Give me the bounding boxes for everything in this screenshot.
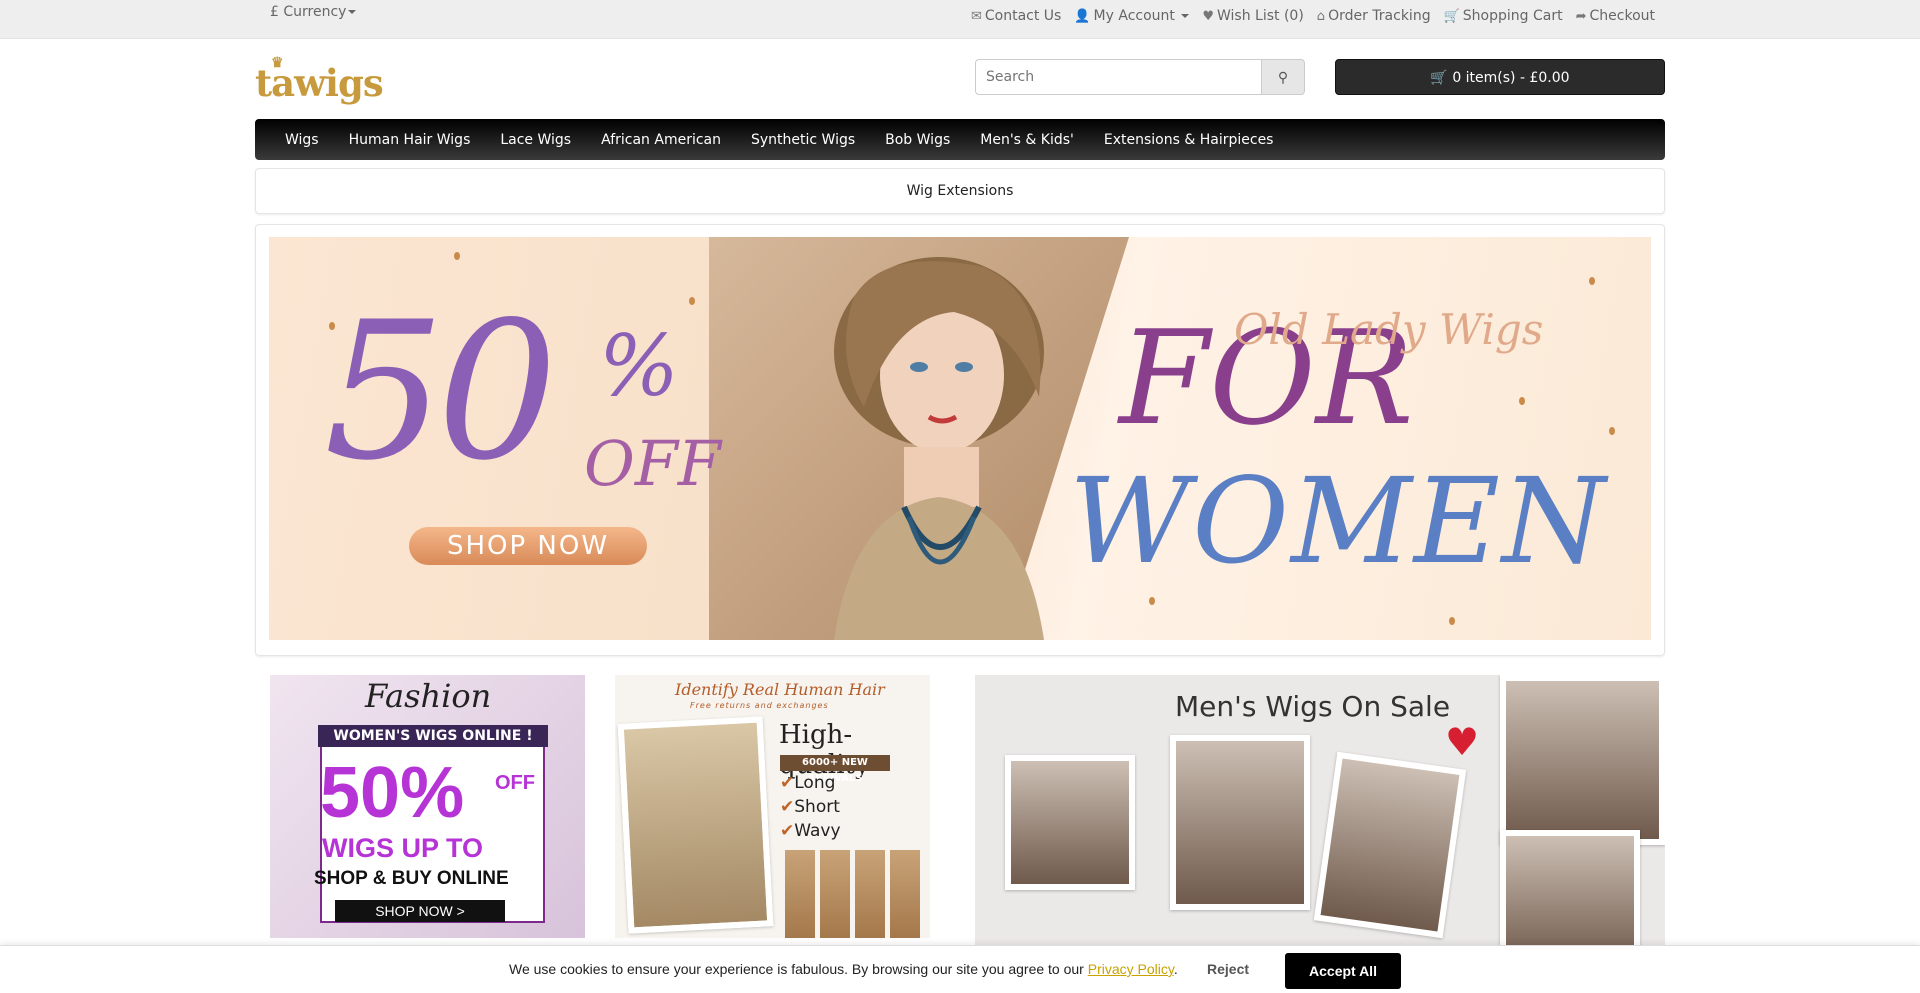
- fashion-line1: WIGS UP TO: [322, 833, 484, 863]
- model-image: [834, 257, 1044, 640]
- human-hair-title: Identify Real Human Hair: [675, 680, 885, 699]
- hero-banner[interactable]: 50 % OFF SHOP NOW FOR Old Lady Wigs WOME…: [269, 237, 1651, 640]
- contact-us-label: Contact Us: [984, 8, 1062, 24]
- cookie-text: We use cookies to ensure your experience…: [509, 961, 1084, 977]
- header: ♛ tawigs ⚲ 🛒 0 item(s) - £0.00: [255, 39, 1665, 119]
- cart-label: 0 item(s) - £0.00: [1452, 70, 1570, 86]
- main-nav: Wigs Human Hair Wigs Lace Wigs African A…: [255, 119, 1665, 160]
- cart-button[interactable]: 🛒 0 item(s) - £0.00: [1335, 59, 1665, 95]
- home-icon: ⌂: [1316, 9, 1326, 24]
- hair-swatch: [820, 850, 850, 938]
- nav-item-synthetic-wigs[interactable]: Synthetic Wigs: [736, 132, 870, 148]
- human-hair-subtitle: Free returns and exchanges: [690, 701, 829, 710]
- hair-swatch: [785, 850, 815, 938]
- option-wavy: Wavy: [780, 819, 840, 843]
- my-account-link[interactable]: 👤 My Account: [1074, 8, 1190, 24]
- human-hair-tag: 6000+ NEW ARRIVALS: [780, 755, 890, 784]
- nav-item-wigs[interactable]: Wigs: [270, 132, 334, 148]
- top-links: ✉ Contact Us 👤 My Account ♥ Wish List (0) ⌂…: [971, 8, 1655, 24]
- hair-swatch: [890, 850, 920, 938]
- fashion-title: Fashion: [365, 677, 492, 715]
- banner-percent: %: [599, 317, 679, 415]
- search-input[interactable]: [975, 59, 1261, 95]
- cookie-message: We use cookies to ensure your experience…: [509, 961, 1178, 977]
- shopping-cart-label: Shopping Cart: [1462, 8, 1563, 24]
- banner-tagline: Old Lady Wigs: [1234, 305, 1544, 354]
- search-icon: ⚲: [1277, 68, 1289, 85]
- wish-list-label: Wish List (0): [1217, 8, 1304, 24]
- fashion-off: OFF: [495, 772, 535, 794]
- privacy-policy-link[interactable]: Privacy Policy: [1088, 961, 1174, 977]
- mens-wigs-title: Men's Wigs On Sale: [1175, 690, 1451, 723]
- sub-nav: Wig Extensions: [255, 168, 1665, 214]
- search-bar: ⚲: [975, 59, 1305, 95]
- currency-label: £ Currency: [270, 4, 347, 20]
- order-tracking-label: Order Tracking: [1328, 8, 1431, 24]
- promo-tile-mens-wigs[interactable]: Men's Wigs On Sale ♥: [975, 675, 1665, 975]
- contact-us-link[interactable]: ✉ Contact Us: [971, 8, 1061, 24]
- confetti-dot: [689, 297, 695, 305]
- fashion-line2: SHOP & BUY ONLINE: [314, 868, 509, 889]
- fashion-shop-now-button[interactable]: SHOP NOW >: [335, 900, 505, 922]
- nav-item-extensions-hairpieces[interactable]: Extensions & Hairpieces: [1089, 132, 1289, 148]
- crown-icon: ♛: [271, 55, 284, 71]
- confetti-dot: [1149, 597, 1155, 605]
- user-icon: 👤: [1074, 9, 1091, 24]
- checkout-label: Checkout: [1589, 8, 1656, 24]
- cart-icon: 🛒: [1443, 9, 1460, 24]
- share-icon: ➦: [1575, 9, 1587, 24]
- promo-tile-fashion[interactable]: Fashion WOMEN'S WIGS ONLINE ! 50% OFF WI…: [270, 675, 585, 938]
- confetti-dot: [1519, 397, 1525, 405]
- nav-item-human-hair-wigs[interactable]: Human Hair Wigs: [334, 132, 486, 148]
- order-tracking-link[interactable]: ⌂ Order Tracking: [1317, 8, 1431, 24]
- banner-women: WOMEN: [1069, 452, 1608, 590]
- human-hair-photo: [617, 716, 774, 934]
- fashion-discount: 50%: [320, 753, 465, 833]
- cookie-bar: We use cookies to ensure your experience…: [0, 945, 1920, 993]
- confetti-dot: [1589, 277, 1595, 285]
- search-button[interactable]: ⚲: [1261, 59, 1305, 95]
- heart-icon: ♥: [1445, 720, 1480, 764]
- nav-item-mens-kids[interactable]: Men's & Kids': [965, 132, 1089, 148]
- option-long: Long: [780, 771, 841, 795]
- cookie-period: .: [1173, 961, 1178, 977]
- confetti-dot: [454, 252, 460, 260]
- mens-photo: [1170, 735, 1310, 910]
- top-bar: £ Currency ✉ Contact Us 👤 My Account ♥ Wish…: [0, 0, 1920, 39]
- mens-photo: [1005, 755, 1135, 890]
- banner-discount-number: 50: [324, 281, 558, 502]
- hair-swatch: [855, 850, 885, 938]
- banner-shop-now-button[interactable]: SHOP NOW: [409, 527, 647, 565]
- reject-button[interactable]: Reject: [1207, 961, 1249, 977]
- currency-dropdown[interactable]: £ Currency: [270, 4, 357, 20]
- nav-item-wig-extensions[interactable]: Wig Extensions: [907, 183, 1014, 199]
- site-logo[interactable]: ♛ tawigs: [255, 55, 384, 105]
- mens-photo: [1313, 751, 1467, 939]
- confetti-dot: [1609, 427, 1615, 435]
- option-short: Short: [780, 795, 841, 819]
- heart-icon: ♥: [1202, 9, 1214, 24]
- caret-down-icon: [1181, 14, 1190, 18]
- confetti-dot: [1449, 617, 1455, 625]
- hero-banner-box: 50 % OFF SHOP NOW FOR Old Lady Wigs WOME…: [255, 224, 1665, 656]
- checkout-link[interactable]: ➦ Checkout: [1576, 8, 1655, 24]
- human-hair-options: Long Short Wavy: [780, 771, 841, 843]
- wish-list-link[interactable]: ♥ Wish List (0): [1202, 8, 1303, 24]
- promo-tile-human-hair[interactable]: Identify Real Human Hair Free returns an…: [615, 675, 930, 938]
- shopping-cart-link[interactable]: 🛒 Shopping Cart: [1444, 8, 1563, 24]
- accept-all-button[interactable]: Accept All: [1285, 953, 1401, 989]
- mens-photo: [1500, 675, 1665, 845]
- caret-down-icon: [348, 10, 357, 14]
- fashion-banner: WOMEN'S WIGS ONLINE !: [318, 725, 548, 747]
- envelope-icon: ✉: [970, 9, 982, 24]
- banner-off: OFF: [584, 427, 721, 500]
- nav-item-bob-wigs[interactable]: Bob Wigs: [870, 132, 965, 148]
- nav-item-african-american[interactable]: African American: [586, 132, 736, 148]
- nav-item-lace-wigs[interactable]: Lace Wigs: [485, 132, 586, 148]
- my-account-label: My Account: [1093, 8, 1175, 24]
- cart-icon: 🛒: [1430, 70, 1448, 86]
